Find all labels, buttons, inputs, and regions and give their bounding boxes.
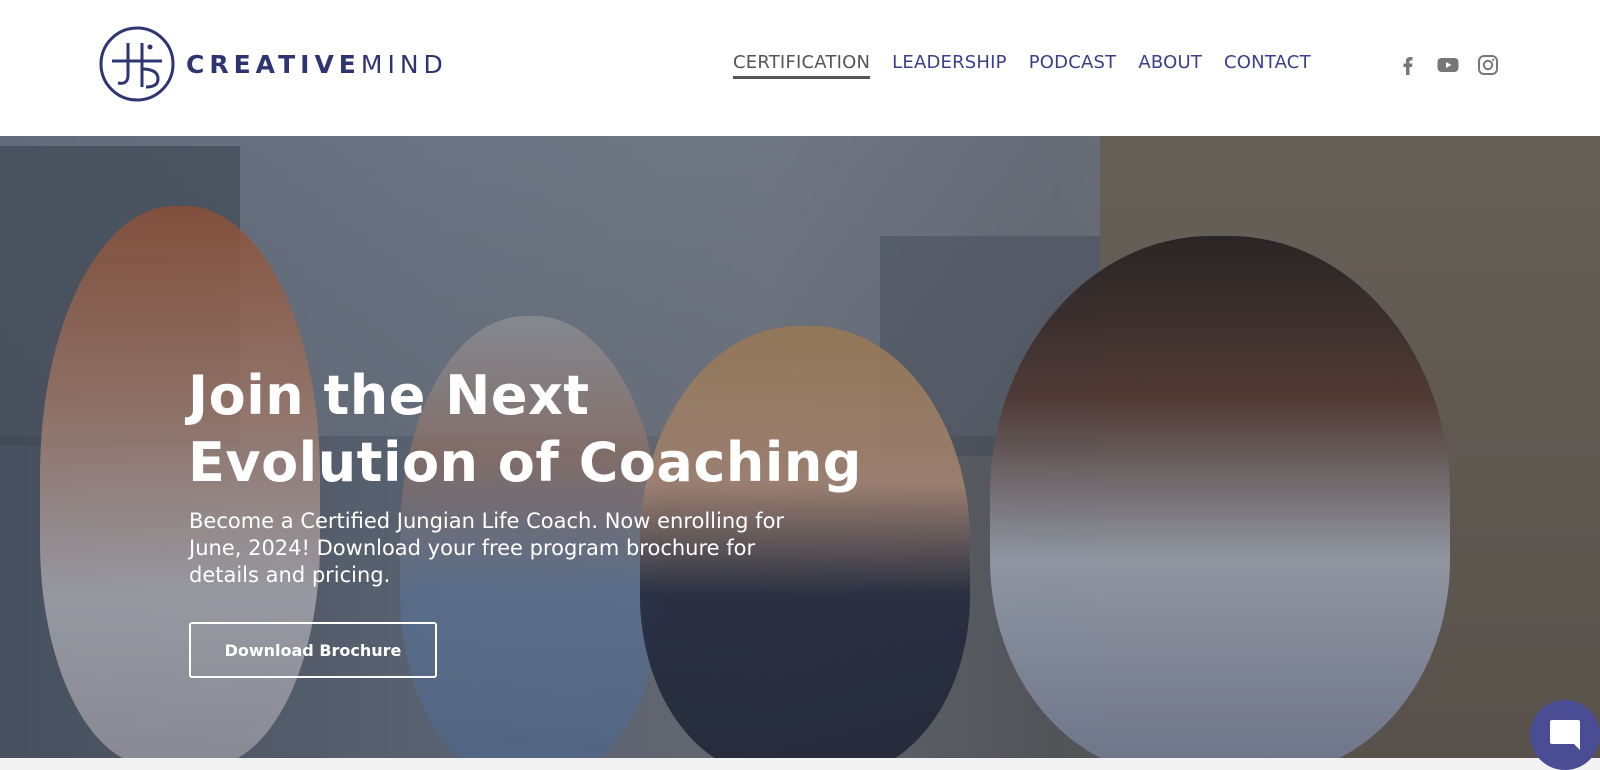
site-header: CREATIVEMIND CERTIFICATION LEADERSHIP PO… — [0, 0, 1600, 136]
nav-about[interactable]: ABOUT — [1138, 52, 1202, 76]
chat-icon — [1550, 720, 1580, 750]
creativemind-logo[interactable]: CREATIVEMIND — [98, 25, 448, 103]
page-bottom-strip — [0, 758, 1600, 770]
nav-podcast[interactable]: PODCAST — [1029, 52, 1117, 76]
facebook-icon[interactable] — [1396, 53, 1420, 77]
instagram-icon[interactable] — [1476, 53, 1500, 77]
social-links — [1396, 53, 1516, 77]
logo-wordmark: CREATIVEMIND — [186, 50, 448, 79]
hero-title-line1: Join the Next — [188, 364, 590, 427]
nav-certification[interactable]: CERTIFICATION — [733, 52, 871, 79]
logo-word-mind: MIND — [360, 49, 448, 79]
chat-widget-button[interactable] — [1530, 700, 1600, 770]
logo-word-creative: CREATIVE — [186, 49, 361, 79]
nav-leadership[interactable]: LEADERSHIP — [892, 52, 1007, 76]
hero-subtitle: Become a Certified Jungian Life Coach. N… — [189, 509, 785, 587]
hero-section: Join the Next Evolution of Coaching Beco… — [0, 136, 1600, 758]
main-nav: CERTIFICATION LEADERSHIP PODCAST ABOUT C… — [733, 52, 1333, 82]
hero-title: Join the Next Evolution of Coaching — [188, 362, 888, 496]
hero-title-line2: Evolution of Coaching — [188, 431, 862, 494]
nav-contact[interactable]: CONTACT — [1224, 52, 1311, 76]
logo-mark-icon — [99, 26, 175, 102]
youtube-icon[interactable] — [1436, 53, 1460, 77]
download-brochure-button[interactable]: Download Brochure — [189, 622, 437, 678]
